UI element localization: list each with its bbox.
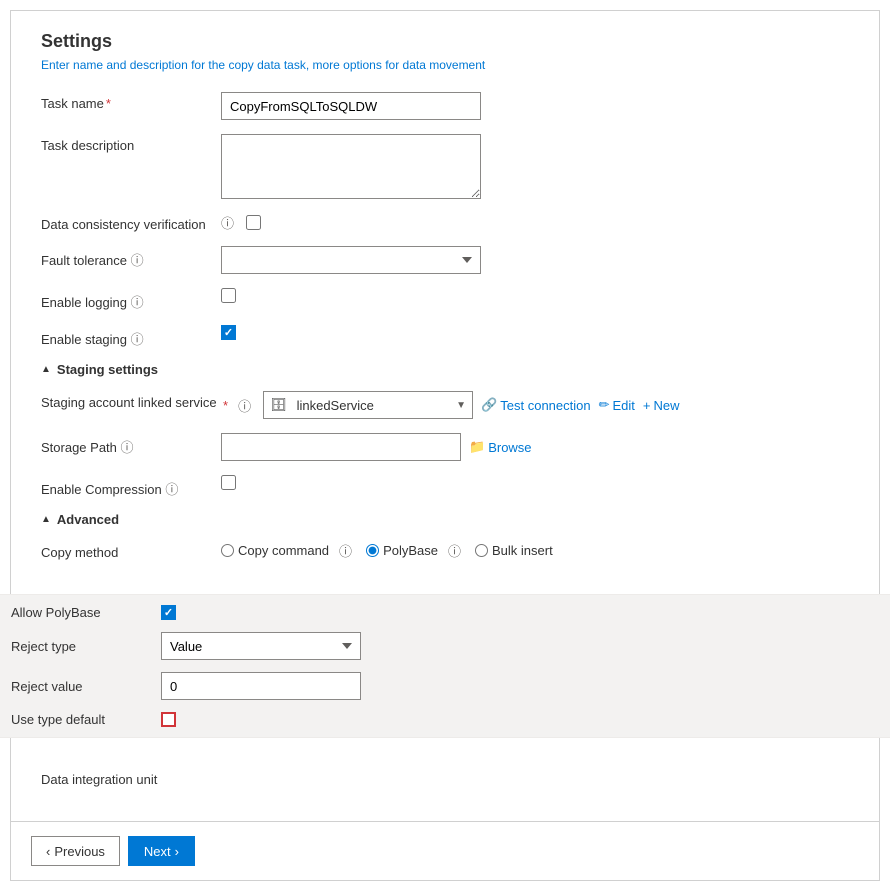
enable-compression-info-icon: ⓘ <box>165 482 178 497</box>
bulk-insert-radio[interactable] <box>475 544 488 557</box>
polybase-settings-section: Allow PolyBase Reject type Value Percent… <box>0 594 890 738</box>
data-consistency-checkbox[interactable] <box>246 215 261 230</box>
reject-type-select[interactable]: Value Percentage <box>161 632 361 660</box>
staging-account-info-icon: ⓘ <box>238 396 251 415</box>
reject-value-label: Reject value <box>11 679 161 694</box>
previous-chevron-icon: ‹ <box>46 844 50 859</box>
linked-service-dropdown[interactable]: 🗄 linkedService ▼ <box>263 391 473 419</box>
enable-logging-checkbox[interactable] <box>221 288 236 303</box>
use-type-default-checkbox[interactable] <box>161 712 176 727</box>
task-description-input[interactable] <box>221 134 481 199</box>
test-connection-link[interactable]: 🔗 Test connection <box>481 397 591 413</box>
copy-command-radio-label[interactable]: Copy command <box>221 543 329 558</box>
advanced-header: Advanced <box>57 512 119 527</box>
copy-command-info-icon: ⓘ <box>339 541 352 560</box>
polybase-label: PolyBase <box>383 543 438 558</box>
bulk-insert-radio-label[interactable]: Bulk insert <box>475 543 553 558</box>
polybase-info-icon: ⓘ <box>448 541 461 560</box>
new-plus-icon: + <box>643 398 651 413</box>
fault-tolerance-info-icon: ⓘ <box>131 253 144 268</box>
previous-button[interactable]: ‹ Previous <box>31 836 120 866</box>
edit-link[interactable]: ✏ Edit <box>599 397 635 413</box>
staging-account-label: Staging account linked service <box>41 391 221 410</box>
copy-command-label: Copy command <box>238 543 329 558</box>
linked-service-chevron-icon: ▼ <box>450 396 472 415</box>
new-link[interactable]: + New <box>643 398 680 413</box>
copy-command-radio[interactable] <box>221 544 234 557</box>
storage-path-label: Storage Path ⓘ <box>41 433 221 456</box>
allow-polybase-checkbox[interactable] <box>161 605 176 620</box>
polybase-radio[interactable] <box>366 544 379 557</box>
fault-tolerance-select[interactable] <box>221 246 481 274</box>
data-consistency-label: Data consistency verification <box>41 213 221 232</box>
subtitle-link[interactable]: Enter name and description for the copy … <box>41 58 849 72</box>
reject-value-input[interactable] <box>161 672 361 700</box>
task-description-label: Task description <box>41 134 221 153</box>
task-name-input[interactable] <box>221 92 481 120</box>
copy-method-label: Copy method <box>41 541 221 560</box>
footer: ‹ Previous Next › <box>11 821 879 880</box>
linked-service-db-icon: 🗄 <box>264 393 293 417</box>
fault-tolerance-label: Fault tolerance ⓘ <box>41 246 221 269</box>
test-connection-icon: 🔗 <box>481 397 497 413</box>
next-button[interactable]: Next › <box>128 836 195 866</box>
edit-pencil-icon: ✏ <box>599 397 610 413</box>
storage-path-input[interactable] <box>221 433 461 461</box>
data-integration-label: Data integration unit <box>41 768 221 787</box>
linked-service-name: linkedService <box>293 398 451 413</box>
task-name-label: Task name* <box>41 92 221 111</box>
enable-staging-checkbox[interactable] <box>221 325 236 340</box>
next-chevron-icon: › <box>175 844 179 859</box>
allow-polybase-label: Allow PolyBase <box>11 605 161 620</box>
enable-logging-label: Enable logging ⓘ <box>41 288 221 311</box>
polybase-radio-label[interactable]: PolyBase <box>366 543 438 558</box>
browse-link[interactable]: 📁 Browse <box>469 439 532 455</box>
enable-compression-label: Enable Compression ⓘ <box>41 475 221 498</box>
staging-settings-header: Staging settings <box>57 362 158 377</box>
reject-type-label: Reject type <box>11 639 161 654</box>
enable-staging-label: Enable staging ⓘ <box>41 325 221 348</box>
data-consistency-info-icon: ⓘ <box>221 213 234 232</box>
staging-settings-collapse-icon[interactable]: ▲ <box>41 364 51 375</box>
enable-logging-info-icon: ⓘ <box>131 295 144 310</box>
browse-folder-icon: 📁 <box>469 439 485 455</box>
use-type-default-label: Use type default <box>11 712 161 727</box>
enable-compression-checkbox[interactable] <box>221 475 236 490</box>
enable-staging-info-icon: ⓘ <box>131 332 144 347</box>
storage-path-info-icon: ⓘ <box>121 440 134 455</box>
advanced-collapse-icon[interactable]: ▲ <box>41 514 51 525</box>
page-title: Settings <box>41 31 849 52</box>
bulk-insert-label: Bulk insert <box>492 543 553 558</box>
